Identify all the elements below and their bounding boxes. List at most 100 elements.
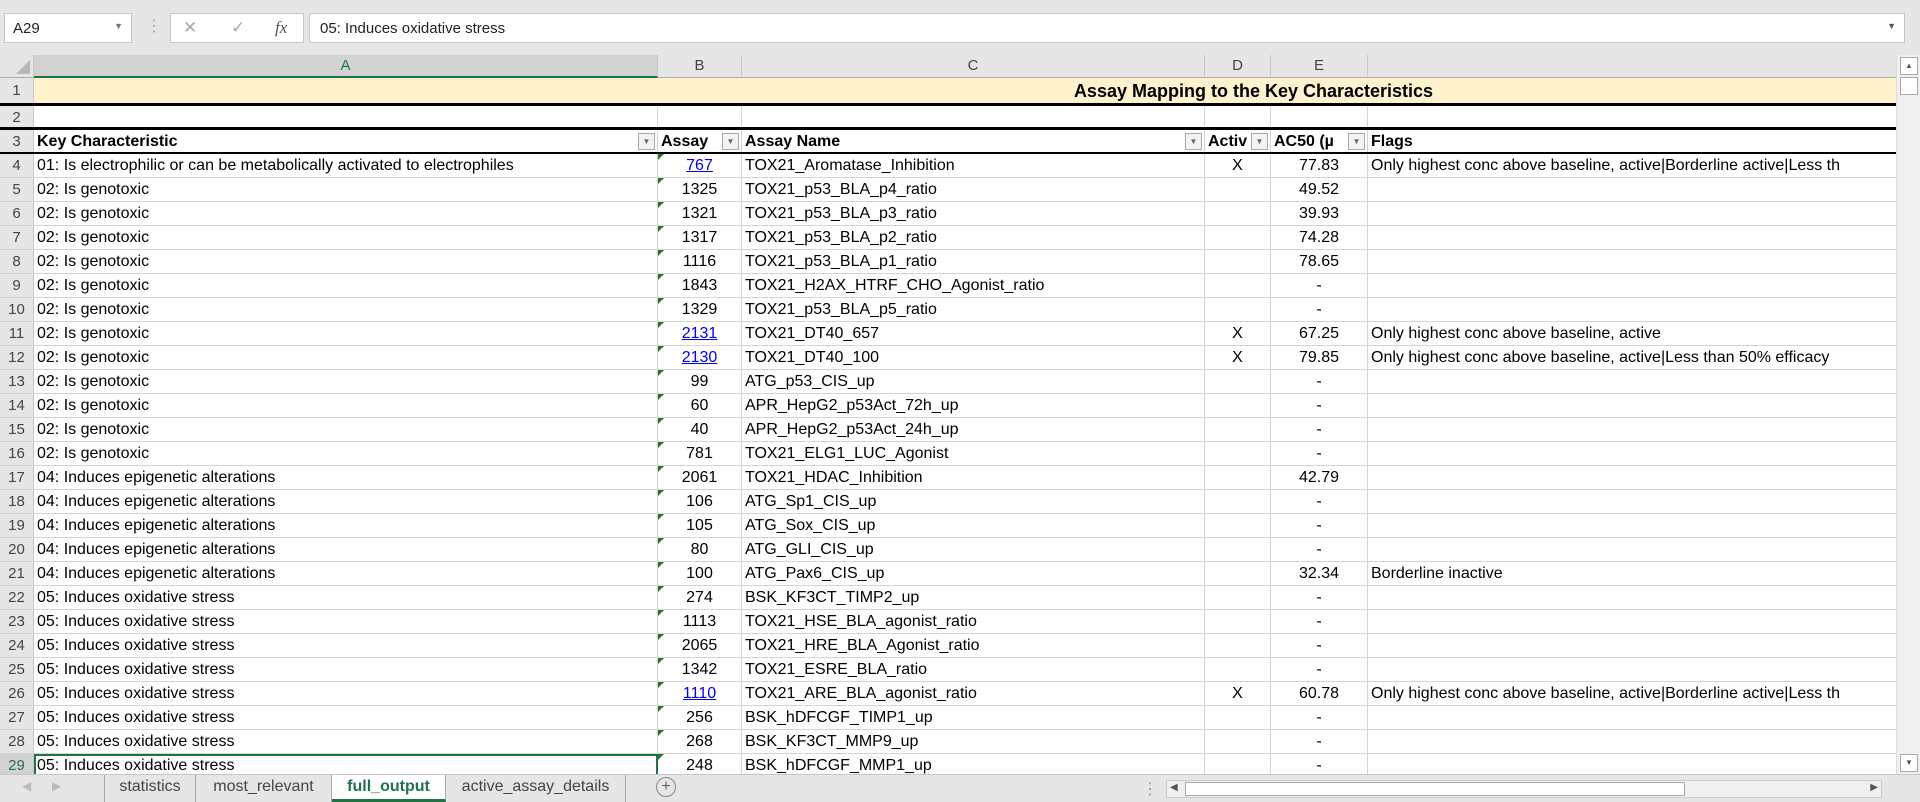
cell-key-characteristic[interactable]: 02: Is genotoxic bbox=[34, 250, 658, 273]
horizontal-scrollbar[interactable]: ◀ ▶ bbox=[1166, 780, 1882, 798]
header-assay[interactable]: Assay ▼ bbox=[658, 130, 742, 152]
cell-ac50[interactable]: 74.28 bbox=[1271, 226, 1368, 249]
cell-flags[interactable] bbox=[1368, 298, 1896, 321]
cell-ac50[interactable]: - bbox=[1271, 610, 1368, 633]
cell-active[interactable] bbox=[1205, 490, 1271, 513]
column-header-c[interactable]: C bbox=[742, 55, 1205, 78]
column-header-f[interactable] bbox=[1368, 55, 1896, 78]
cell-key-characteristic[interactable]: 02: Is genotoxic bbox=[34, 394, 658, 417]
cell-key-characteristic[interactable]: 05: Induces oxidative stress bbox=[34, 586, 658, 609]
scroll-thumb[interactable] bbox=[1185, 782, 1685, 796]
cell-ac50[interactable]: - bbox=[1271, 394, 1368, 417]
name-box[interactable]: A29 ▼ bbox=[4, 13, 132, 43]
cell-assay[interactable]: 2131 bbox=[658, 322, 742, 345]
cell-assay[interactable]: 106 bbox=[658, 490, 742, 513]
cell-active[interactable] bbox=[1205, 202, 1271, 225]
row-number[interactable]: 9 bbox=[0, 274, 34, 297]
cancel-icon[interactable]: ✕ bbox=[183, 18, 197, 38]
cell-flags[interactable]: Only highest conc above baseline, active… bbox=[1368, 682, 1896, 705]
cell-assay-name[interactable]: TOX21_p53_BLA_p1_ratio bbox=[742, 250, 1205, 273]
cell[interactable] bbox=[1205, 106, 1271, 127]
cell-active[interactable] bbox=[1205, 706, 1271, 729]
cell-assay[interactable]: 1110 bbox=[658, 682, 742, 705]
cell-assay[interactable]: 1342 bbox=[658, 658, 742, 681]
row-number[interactable]: 16 bbox=[0, 442, 34, 465]
row-number[interactable]: 6 bbox=[0, 202, 34, 225]
cell-flags[interactable] bbox=[1368, 250, 1896, 273]
prev-sheet-icon[interactable]: ◀ bbox=[22, 779, 31, 793]
cell-active[interactable] bbox=[1205, 730, 1271, 753]
row-number[interactable]: 7 bbox=[0, 226, 34, 249]
cell-key-characteristic[interactable]: 05: Induces oxidative stress bbox=[34, 682, 658, 705]
enter-icon[interactable]: ✓ bbox=[231, 18, 245, 38]
cell-assay-name[interactable]: TOX21_ELG1_LUC_Agonist bbox=[742, 442, 1205, 465]
cell-ac50[interactable]: - bbox=[1271, 730, 1368, 753]
cell-assay-name[interactable]: ATG_p53_CIS_up bbox=[742, 370, 1205, 393]
scroll-right-icon[interactable]: ▶ bbox=[1870, 782, 1878, 793]
cell-assay[interactable]: 1116 bbox=[658, 250, 742, 273]
cell-flags[interactable] bbox=[1368, 202, 1896, 225]
cell-ac50[interactable]: 60.78 bbox=[1271, 682, 1368, 705]
cell-assay[interactable]: 1325 bbox=[658, 178, 742, 201]
cell-assay-name[interactable]: TOX21_ESRE_BLA_ratio bbox=[742, 658, 1205, 681]
cell-key-characteristic[interactable]: 05: Induces oxidative stress bbox=[34, 730, 658, 753]
cell-assay[interactable]: 60 bbox=[658, 394, 742, 417]
cell-assay[interactable]: 100 bbox=[658, 562, 742, 585]
cell-active[interactable]: X bbox=[1205, 682, 1271, 705]
cell-assay[interactable]: 1843 bbox=[658, 274, 742, 297]
filter-dropdown-icon[interactable]: ▼ bbox=[1348, 133, 1365, 150]
cell-ac50[interactable]: - bbox=[1271, 586, 1368, 609]
cell[interactable] bbox=[742, 106, 1205, 127]
cell-key-characteristic[interactable]: 04: Induces epigenetic alterations bbox=[34, 514, 658, 537]
expand-formula-icon[interactable]: ▼ bbox=[1887, 21, 1896, 31]
cell-flags[interactable] bbox=[1368, 706, 1896, 729]
cell-assay-name[interactable]: TOX21_DT40_100 bbox=[742, 346, 1205, 369]
cell-active[interactable] bbox=[1205, 610, 1271, 633]
cell[interactable] bbox=[658, 106, 742, 127]
row-number[interactable]: 27 bbox=[0, 706, 34, 729]
cell-active[interactable]: X bbox=[1205, 322, 1271, 345]
cell-ac50[interactable]: - bbox=[1271, 298, 1368, 321]
filter-dropdown-icon[interactable]: ▼ bbox=[1185, 133, 1202, 150]
cell-active[interactable] bbox=[1205, 418, 1271, 441]
cell-key-characteristic[interactable]: 04: Induces epigenetic alterations bbox=[34, 562, 658, 585]
assay-link[interactable]: 2130 bbox=[682, 349, 718, 366]
cell-assay-name[interactable]: TOX21_p53_BLA_p3_ratio bbox=[742, 202, 1205, 225]
cell-key-characteristic[interactable]: 01: Is electrophilic or can be metabolic… bbox=[34, 154, 658, 177]
cell-key-characteristic[interactable]: 05: Induces oxidative stress bbox=[34, 634, 658, 657]
row-number[interactable]: 15 bbox=[0, 418, 34, 441]
cell-key-characteristic[interactable]: 02: Is genotoxic bbox=[34, 202, 658, 225]
cell-assay[interactable]: 2065 bbox=[658, 634, 742, 657]
cell-key-characteristic[interactable]: 02: Is genotoxic bbox=[34, 322, 658, 345]
scroll-up-icon[interactable]: ▲ bbox=[1900, 57, 1918, 75]
cell-assay-name[interactable]: APR_HepG2_p53Act_72h_up bbox=[742, 394, 1205, 417]
cell-key-characteristic[interactable]: 02: Is genotoxic bbox=[34, 370, 658, 393]
cell-key-characteristic[interactable]: 02: Is genotoxic bbox=[34, 346, 658, 369]
tab-statistics[interactable]: statistics bbox=[104, 775, 196, 802]
column-header-d[interactable]: D bbox=[1205, 55, 1271, 78]
cell-assay[interactable]: 80 bbox=[658, 538, 742, 561]
row-number[interactable]: 20 bbox=[0, 538, 34, 561]
cell[interactable] bbox=[34, 106, 658, 127]
cell-active[interactable] bbox=[1205, 538, 1271, 561]
assay-link[interactable]: 2131 bbox=[682, 325, 718, 342]
scroll-down-icon[interactable]: ▼ bbox=[1900, 754, 1918, 772]
cell-key-characteristic[interactable]: 04: Induces epigenetic alterations bbox=[34, 490, 658, 513]
cell-assay-name[interactable]: ATG_Sox_CIS_up bbox=[742, 514, 1205, 537]
chevron-down-icon[interactable]: ▼ bbox=[114, 21, 123, 31]
header-assay-name[interactable]: Assay Name ▼ bbox=[742, 130, 1205, 152]
row-number[interactable]: 29 bbox=[0, 754, 34, 774]
vertical-scrollbar[interactable]: ▲ ▼ bbox=[1896, 55, 1920, 774]
row-number[interactable]: 21 bbox=[0, 562, 34, 585]
cell-key-characteristic[interactable]: 04: Induces epigenetic alterations bbox=[34, 466, 658, 489]
cell-flags[interactable] bbox=[1368, 418, 1896, 441]
cell-assay[interactable]: 256 bbox=[658, 706, 742, 729]
row-number[interactable]: 26 bbox=[0, 682, 34, 705]
cell-assay-name[interactable]: BSK_hDFCGF_MMP1_up bbox=[742, 754, 1205, 774]
cell-active[interactable] bbox=[1205, 274, 1271, 297]
cell-active[interactable] bbox=[1205, 562, 1271, 585]
cell-ac50[interactable]: - bbox=[1271, 274, 1368, 297]
cell-assay-name[interactable]: TOX21_p53_BLA_p2_ratio bbox=[742, 226, 1205, 249]
cell-ac50[interactable]: - bbox=[1271, 754, 1368, 774]
column-header-a[interactable]: A bbox=[34, 55, 658, 78]
